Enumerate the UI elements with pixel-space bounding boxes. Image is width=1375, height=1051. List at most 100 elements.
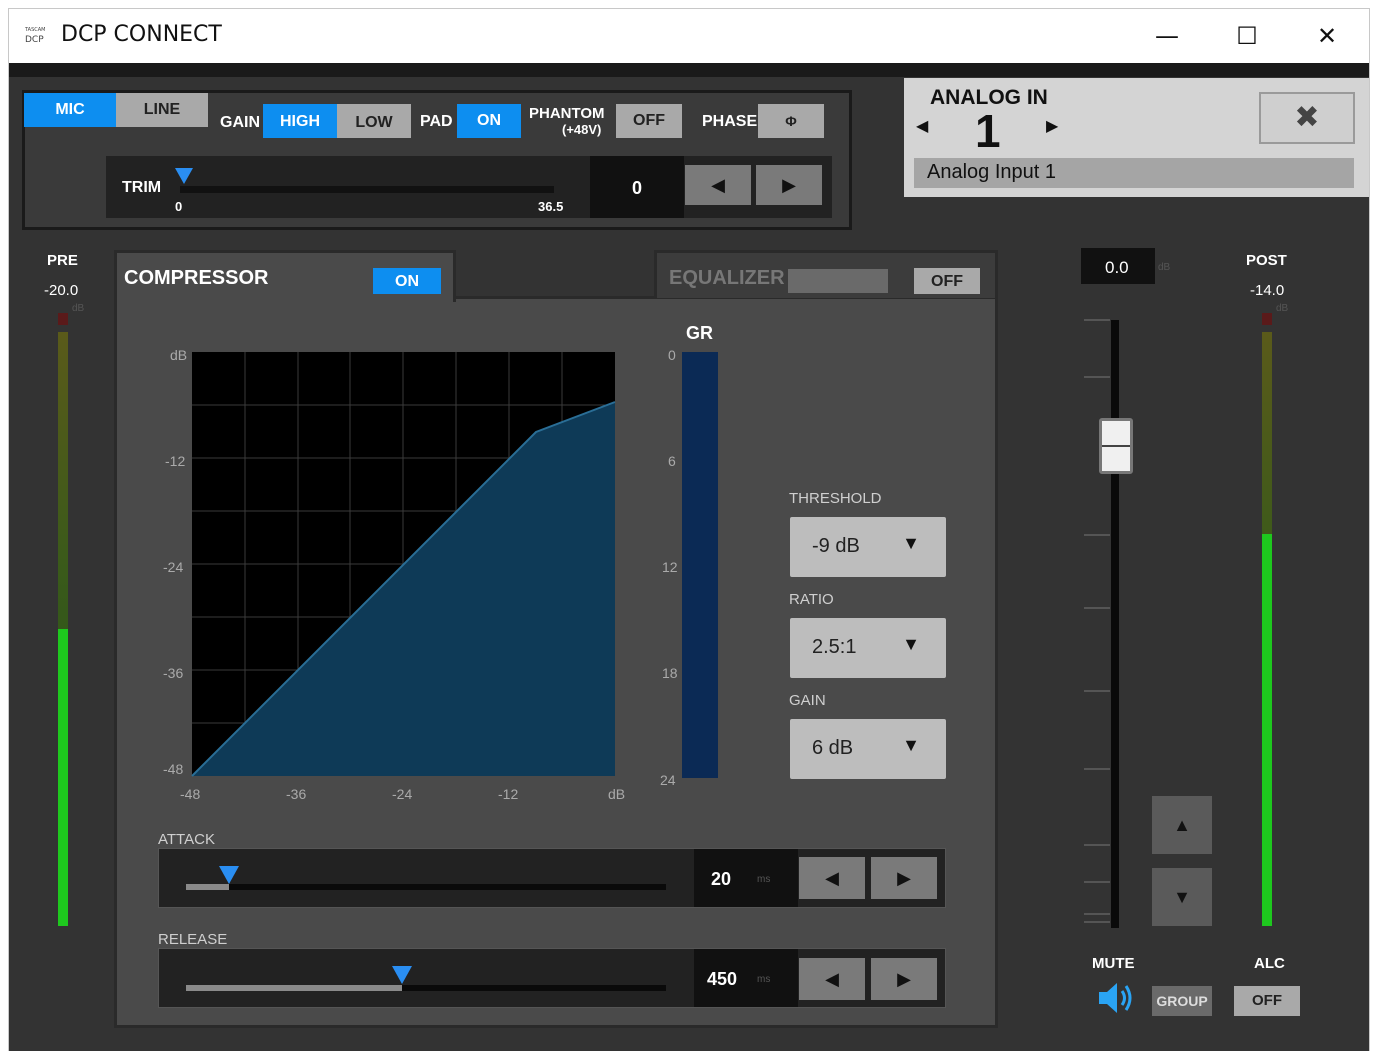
close-window-button[interactable]: ✕ — [1307, 19, 1347, 53]
fader-up-button[interactable]: ▲ — [1152, 796, 1212, 854]
phase-toggle[interactable]: Φ — [758, 104, 824, 138]
trim-decrement-button[interactable]: ◀ — [685, 165, 751, 205]
attack-slider-handle[interactable] — [219, 866, 240, 884]
gain-high-button[interactable]: HIGH — [263, 104, 337, 138]
pad-label: PAD — [420, 113, 453, 130]
post-value: -14.0 — [1250, 282, 1285, 299]
gain-label: GAIN — [220, 114, 260, 131]
release-increment-button[interactable]: ▶ — [871, 958, 937, 1000]
phase-label: PHASE — [702, 113, 758, 130]
equalizer-toggle[interactable]: OFF — [914, 268, 980, 294]
equalizer-tab-label: EQUALIZER — [669, 267, 785, 289]
line-button[interactable]: LINE — [116, 93, 208, 127]
pre-clip-indicator — [58, 313, 68, 325]
trim-slider-track[interactable] — [180, 186, 554, 193]
ratio-value: 2.5:1 — [812, 636, 857, 658]
comp-gain-dropdown[interactable]: 6 dB ▼ — [790, 719, 946, 779]
release-decrement-button[interactable]: ◀ — [799, 958, 865, 1000]
phantom-toggle[interactable]: OFF — [616, 104, 682, 138]
trim-min-label: 0 — [175, 199, 183, 214]
pre-value: -20.0 — [44, 282, 79, 299]
threshold-dropdown[interactable]: -9 dB ▼ — [790, 517, 946, 577]
chevron-down-icon: ▼ — [902, 533, 920, 553]
graph-x-tick: -24 — [392, 786, 413, 802]
attack-slider-track[interactable] — [186, 884, 666, 890]
chevron-down-icon: ▼ — [902, 634, 920, 654]
graph-x-tick: -36 — [286, 786, 307, 802]
attack-value-box — [694, 849, 798, 907]
fader-track[interactable] — [1111, 320, 1119, 928]
release-slider-track[interactable] — [186, 985, 666, 991]
phantom-label: PHANTOM — [529, 105, 605, 122]
ratio-label: RATIO — [789, 591, 834, 608]
fader-handle[interactable] — [1099, 418, 1133, 474]
ratio-dropdown[interactable]: 2.5:1 ▼ — [790, 618, 946, 678]
gain-low-button[interactable]: LOW — [337, 104, 411, 138]
trim-max-label: 36.5 — [538, 199, 564, 214]
trim-increment-button[interactable]: ▶ — [756, 165, 822, 205]
app-top-strip — [9, 63, 1369, 77]
fader-unit: dB — [1158, 262, 1171, 273]
attack-increment-button[interactable]: ▶ — [871, 857, 937, 899]
fader-value: 0.0 — [1105, 258, 1129, 277]
pad-toggle[interactable]: ON — [457, 104, 521, 138]
compressor-toggle[interactable]: ON — [373, 268, 441, 294]
trim-value: 0 — [632, 178, 643, 198]
app-logo: TASCAM DCP — [25, 27, 46, 45]
trim-label: TRIM — [122, 179, 162, 196]
graph-x-tick: -48 — [180, 786, 201, 802]
gr-tick: 24 — [660, 772, 676, 788]
gr-tick: 0 — [668, 347, 676, 363]
post-meter-level — [1262, 533, 1272, 926]
graph-x-unit: dB — [608, 786, 626, 802]
release-slider-fill — [186, 985, 402, 991]
release-label: RELEASE — [158, 931, 228, 948]
close-channel-button[interactable]: ✖ — [1259, 92, 1355, 144]
channel-number: 1 — [975, 105, 1001, 157]
graph-y-unit: dB — [170, 347, 188, 363]
comp-gain-label: GAIN — [789, 692, 826, 709]
speaker-icon[interactable] — [1097, 980, 1133, 1016]
attack-label: ATTACK — [158, 831, 215, 848]
equalizer-mini-graph — [788, 269, 888, 293]
compressor-curve-graph — [191, 352, 616, 777]
mute-label: MUTE — [1092, 955, 1135, 972]
alc-toggle[interactable]: OFF — [1234, 986, 1300, 1016]
pre-unit: dB — [72, 303, 85, 314]
gr-tick: 6 — [668, 453, 676, 469]
comp-gain-value: 6 dB — [812, 737, 854, 759]
fader-down-button[interactable]: ▼ — [1152, 868, 1212, 926]
graph-y-tick: -36 — [163, 665, 184, 681]
gr-label: GR — [686, 323, 713, 343]
compressor-tab-label: COMPRESSOR — [124, 267, 269, 289]
pre-label: PRE — [47, 252, 78, 269]
mic-button[interactable]: MIC — [24, 93, 116, 127]
post-meter — [1262, 332, 1272, 926]
channel-next-button[interactable]: ▶ — [1046, 116, 1058, 136]
attack-slider-fill — [186, 884, 230, 890]
release-unit: ms — [757, 974, 771, 985]
threshold-label: THRESHOLD — [789, 490, 882, 507]
post-label: POST — [1246, 252, 1287, 269]
title-bar: TASCAM DCP DCP CONNECT — ☐ ✕ — [9, 9, 1369, 63]
pre-meter-level — [58, 629, 68, 926]
maximize-button[interactable]: ☐ — [1227, 19, 1267, 53]
fader-scale — [1084, 319, 1110, 923]
graph-y-tick: -24 — [163, 559, 184, 575]
group-button[interactable]: GROUP — [1152, 986, 1212, 1016]
trim-slider-handle[interactable] — [175, 168, 193, 184]
phantom-sublabel: (+48V) — [562, 122, 602, 137]
chevron-down-icon: ▼ — [902, 735, 920, 755]
channel-prev-button[interactable]: ◀ — [916, 116, 928, 136]
release-slider-handle[interactable] — [392, 966, 412, 984]
pre-meter — [58, 332, 68, 926]
threshold-value: -9 dB — [812, 535, 860, 557]
channel-name: Analog Input 1 — [927, 161, 1056, 183]
graph-x-tick: -12 — [498, 786, 519, 802]
attack-unit: ms — [757, 874, 771, 885]
fader-handle-line — [1102, 445, 1130, 447]
attack-decrement-button[interactable]: ◀ — [799, 857, 865, 899]
attack-value: 20 — [711, 869, 732, 889]
gr-meter — [682, 352, 718, 778]
minimize-button[interactable]: — — [1147, 19, 1187, 53]
